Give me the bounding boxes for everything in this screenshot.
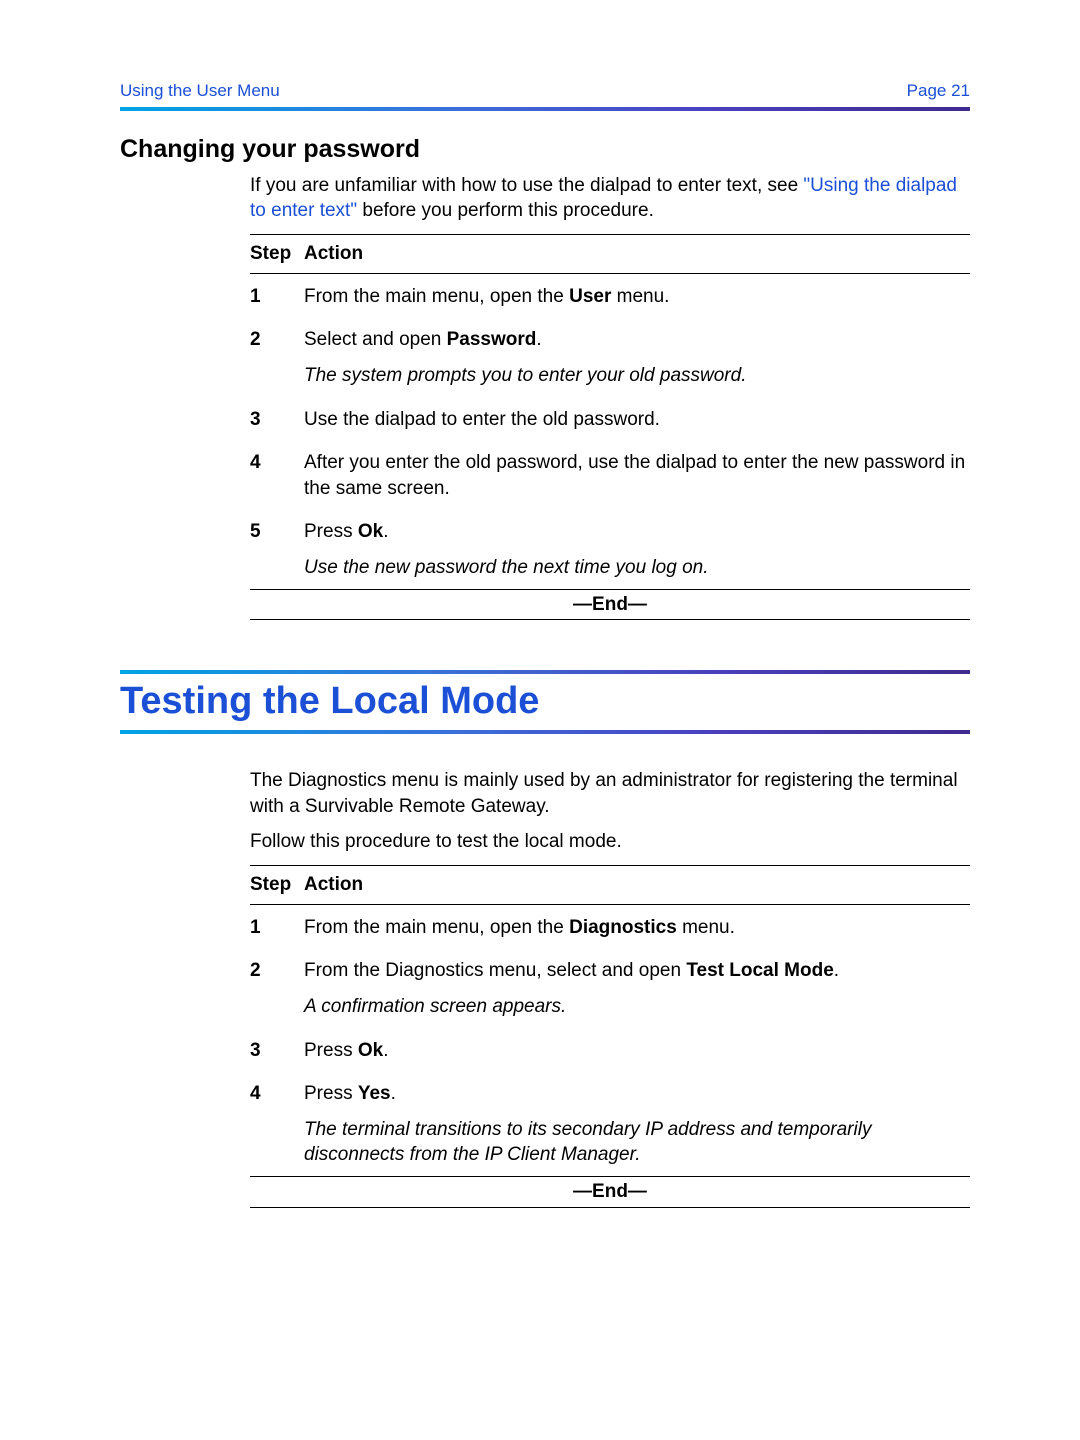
header-right: Page 21: [907, 80, 970, 103]
step-result: Use the new password the next time you l…: [304, 555, 970, 581]
table-row: 4 Press Yes. The terminal transitions to…: [250, 1071, 970, 1176]
header-rule: [120, 107, 970, 111]
step-result: The system prompts you to enter your old…: [304, 363, 970, 389]
chapter-title: Testing the Local Mode: [120, 680, 970, 724]
table-row: 4 After you enter the old password, use …: [250, 440, 970, 509]
intro-text-pre: If you are unfamiliar with how to use th…: [250, 175, 803, 196]
table-row: 1 From the main menu, open the User menu…: [250, 274, 970, 318]
step-action: Select and open Password. The system pro…: [304, 317, 970, 396]
step-action: From the Diagnostics menu, select and op…: [304, 948, 970, 1027]
section1-content: If you are unfamiliar with how to use th…: [250, 173, 970, 621]
step-result: The terminal transitions to its secondar…: [304, 1117, 970, 1168]
step-number: 1: [250, 274, 304, 318]
table-row: 2 From the Diagnostics menu, select and …: [250, 948, 970, 1027]
end-marker: —End—: [250, 1177, 970, 1207]
col-action: Action: [304, 235, 970, 273]
step-action: Press Yes. The terminal transitions to i…: [304, 1071, 970, 1176]
section2-content: The Diagnostics menu is mainly used by a…: [250, 768, 970, 1208]
running-header: Using the User Menu Page 21: [120, 80, 970, 107]
chapter-rule-bottom: [120, 730, 970, 734]
step-action: From the main menu, open the User menu.: [304, 274, 970, 318]
table-header-row: Step Action: [250, 235, 970, 273]
step-number: 4: [250, 1071, 304, 1176]
step-number: 1: [250, 905, 304, 949]
table-row: 3 Use the dialpad to enter the old passw…: [250, 397, 970, 441]
table-row: 5 Press Ok. Use the new password the nex…: [250, 509, 970, 589]
step-result: A confirmation screen appears.: [304, 994, 970, 1020]
step-number: 3: [250, 397, 304, 441]
step-action: Press Ok. Use the new password the next …: [304, 509, 970, 589]
table-row: 1 From the main menu, open the Diagnosti…: [250, 905, 970, 949]
col-step: Step: [250, 866, 304, 904]
steps-table-1: Step Action 1 From the main menu, open t…: [250, 234, 970, 620]
step-number: 3: [250, 1028, 304, 1072]
step-number: 2: [250, 948, 304, 1027]
section2-intro2: Follow this procedure to test the local …: [250, 829, 970, 855]
col-action: Action: [304, 866, 970, 904]
page: Using the User Menu Page 21 Changing you…: [0, 0, 1080, 1440]
col-step: Step: [250, 235, 304, 273]
step-number: 2: [250, 317, 304, 396]
step-action: After you enter the old password, use th…: [304, 440, 970, 509]
step-action: From the main menu, open the Diagnostics…: [304, 905, 970, 949]
table-row: 3 Press Ok.: [250, 1028, 970, 1072]
section2-intro1: The Diagnostics menu is mainly used by a…: [250, 768, 970, 819]
step-action: Press Ok.: [304, 1028, 970, 1072]
chapter-rule-top: [120, 670, 970, 674]
step-number: 5: [250, 509, 304, 589]
table-row: 2 Select and open Password. The system p…: [250, 317, 970, 396]
step-action: Use the dialpad to enter the old passwor…: [304, 397, 970, 441]
section1-intro: If you are unfamiliar with how to use th…: [250, 173, 970, 224]
table-header-row: Step Action: [250, 866, 970, 904]
header-left: Using the User Menu: [120, 80, 280, 103]
section-heading-changing-password: Changing your password: [120, 133, 970, 167]
end-marker: —End—: [250, 590, 970, 620]
step-number: 4: [250, 440, 304, 509]
intro-text-post: before you perform this procedure.: [357, 200, 654, 221]
steps-table-2: Step Action 1 From the main menu, open t…: [250, 865, 970, 1208]
